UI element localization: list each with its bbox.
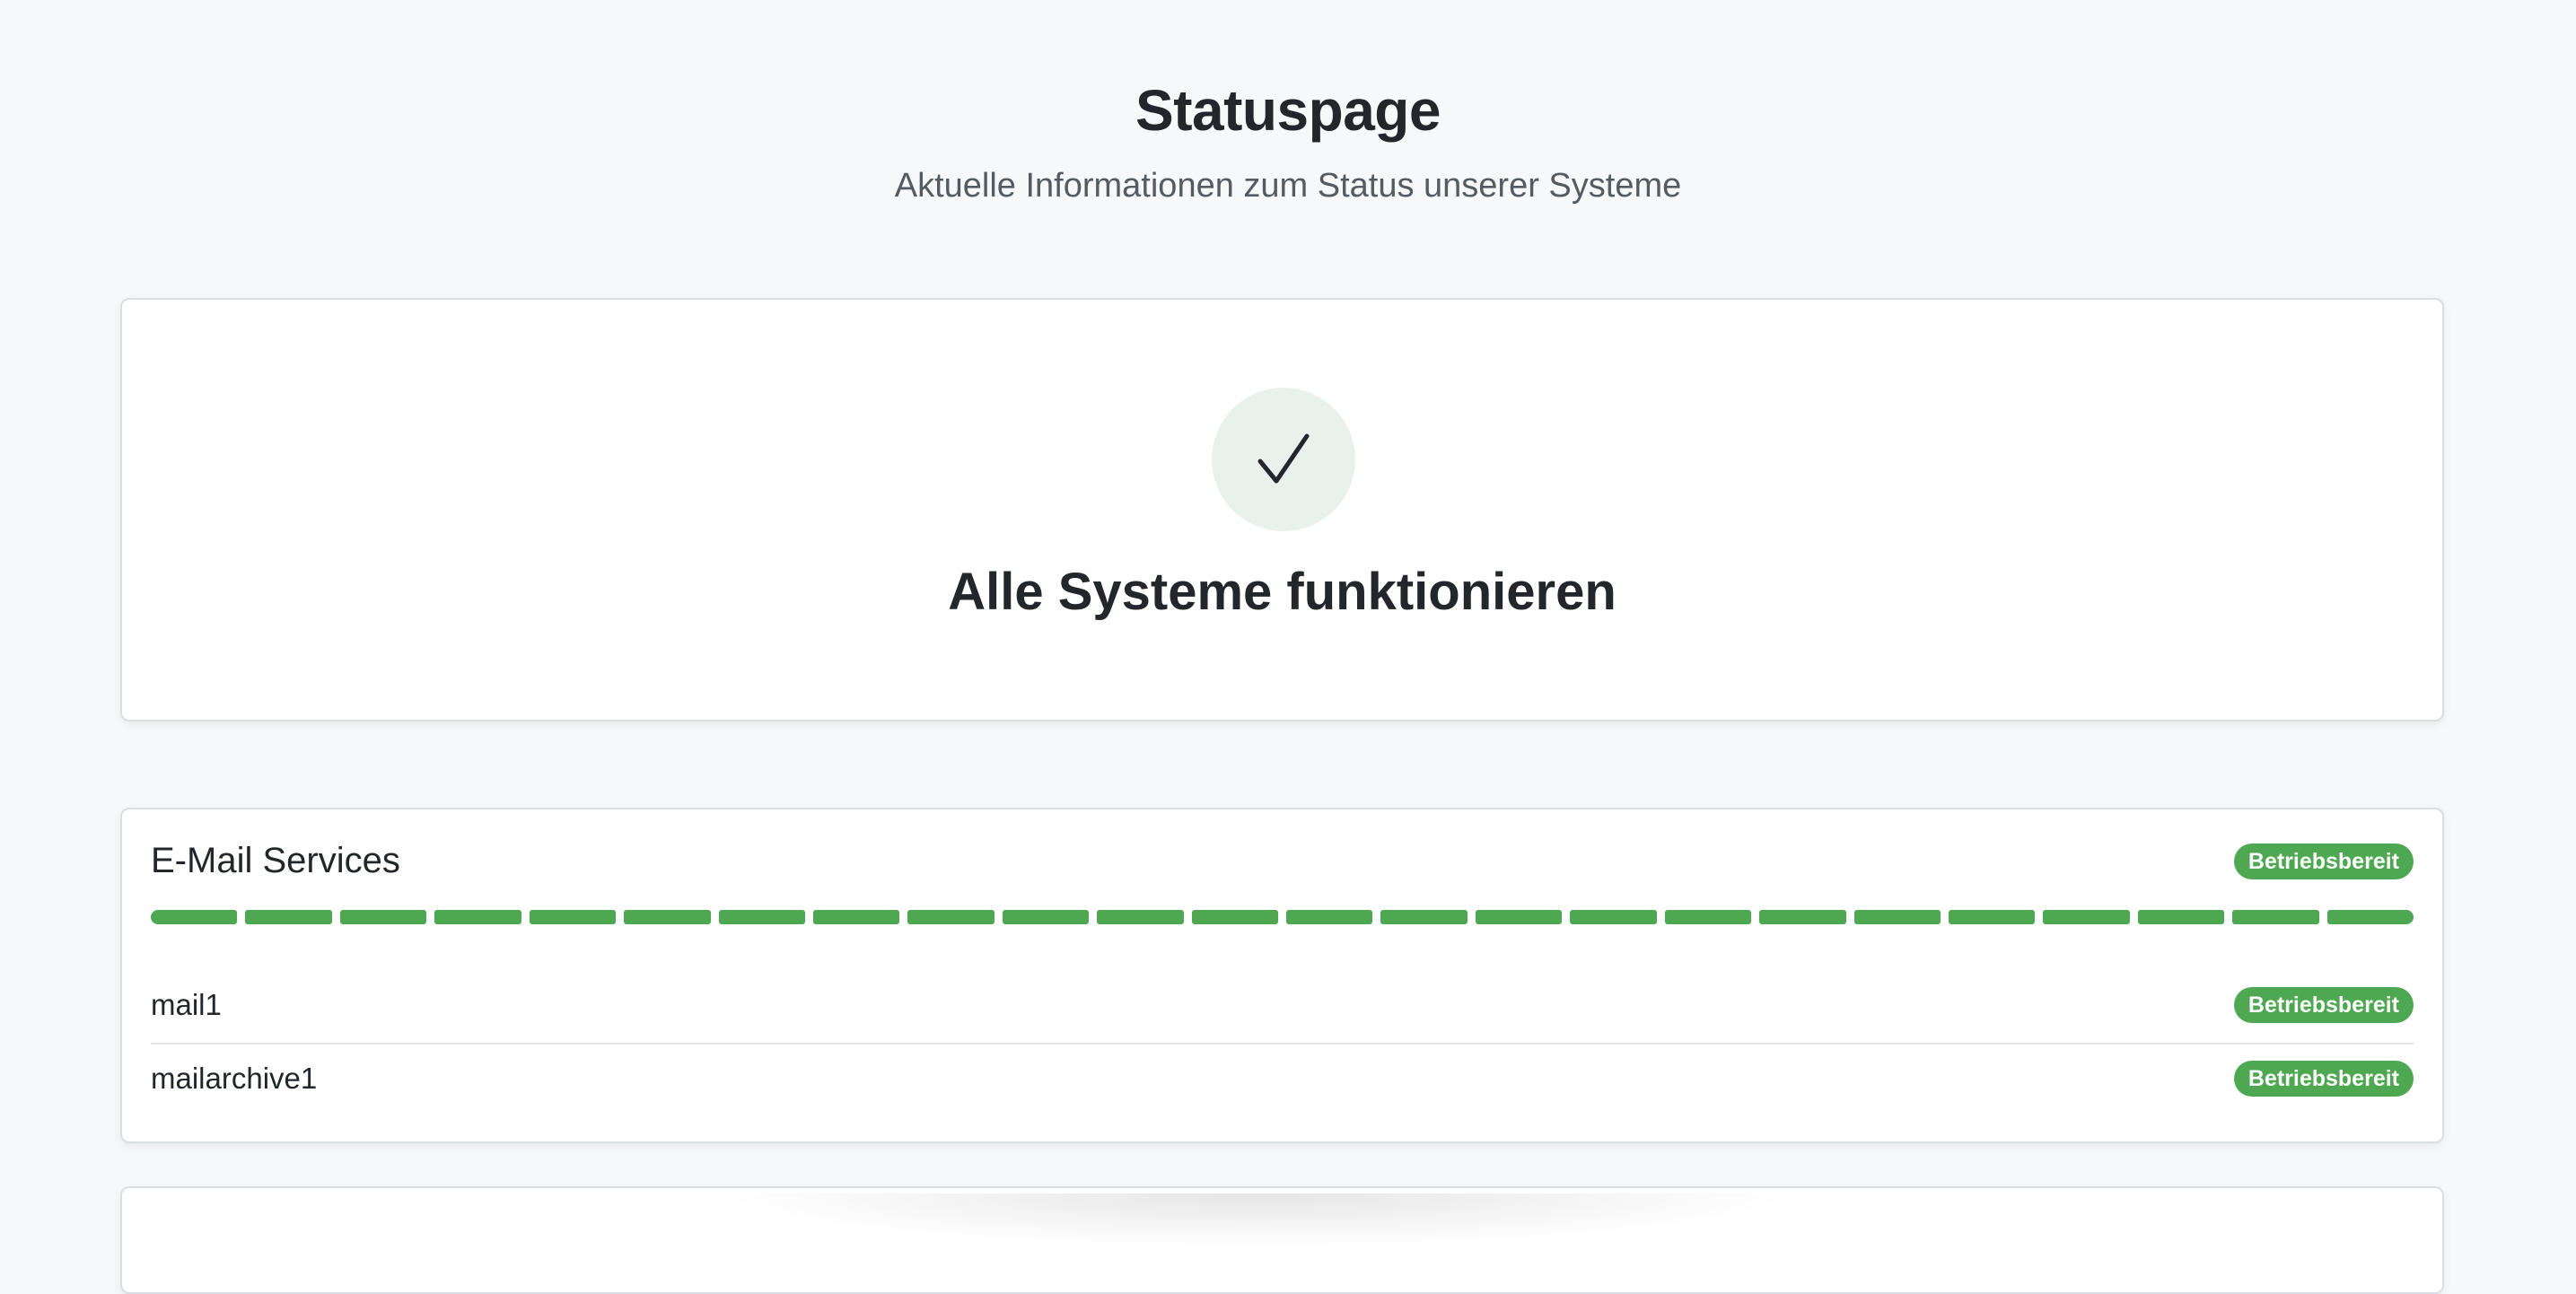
service-name: mail1	[151, 988, 222, 1021]
service-group-title[interactable]: E-Mail Services	[151, 838, 400, 883]
uptime-segment[interactable]	[1191, 910, 1279, 924]
uptime-segment[interactable]	[718, 910, 805, 924]
uptime-segment[interactable]	[1759, 910, 1846, 924]
uptime-segment[interactable]	[812, 910, 900, 924]
overall-status-text: Alle Systeme funktionieren	[948, 563, 1617, 621]
uptime-segment[interactable]	[624, 910, 711, 924]
service-row: mail1 Betriebsbereit	[151, 969, 2414, 1045]
uptime-segment[interactable]	[1475, 910, 1563, 924]
uptime-segment[interactable]	[2137, 910, 2225, 924]
uptime-segment[interactable]	[907, 910, 994, 924]
uptime-segment[interactable]	[1097, 910, 1184, 924]
uptime-segment[interactable]	[529, 910, 617, 924]
uptime-segment[interactable]	[1853, 910, 1941, 924]
uptime-segment[interactable]	[151, 910, 238, 924]
uptime-segment[interactable]	[2043, 910, 2130, 924]
uptime-segment[interactable]	[1949, 910, 2036, 924]
service-name: mailarchive1	[151, 1062, 318, 1095]
uptime-segment[interactable]	[1570, 910, 1657, 924]
status-badge: Betriebsbereit	[2233, 1061, 2414, 1097]
status-badge: Betriebsbereit	[2233, 844, 2414, 879]
uptime-segment[interactable]	[339, 910, 427, 924]
uptime-segment[interactable]	[245, 910, 332, 924]
service-row: mailarchive1 Betriebsbereit	[151, 1043, 2414, 1116]
uptime-segment[interactable]	[434, 910, 521, 924]
uptime-segment[interactable]	[1002, 910, 1090, 924]
uptime-segment[interactable]	[2326, 910, 2414, 924]
uptime-bar	[151, 910, 2414, 924]
page-header: Statuspage Aktuelle Informationen zum St…	[0, 0, 2576, 206]
page-subtitle: Aktuelle Informationen zum Status unsere…	[894, 167, 1682, 205]
page-title: Statuspage	[1135, 78, 1441, 143]
check-icon	[1212, 388, 1355, 531]
uptime-segment[interactable]	[1286, 910, 1373, 924]
uptime-segment[interactable]	[2232, 910, 2319, 924]
status-badge: Betriebsbereit	[2233, 987, 2414, 1023]
overall-status-card: Alle Systeme funktionieren	[120, 298, 2444, 721]
uptime-segment[interactable]	[1664, 910, 1752, 924]
check-icon-glyph	[1257, 433, 1310, 484]
uptime-segment[interactable]	[1380, 910, 1468, 924]
scroll-shadow	[718, 1193, 1795, 1247]
service-group-card: E-Mail Services Betriebsbereit mail1 Bet…	[120, 808, 2444, 1143]
